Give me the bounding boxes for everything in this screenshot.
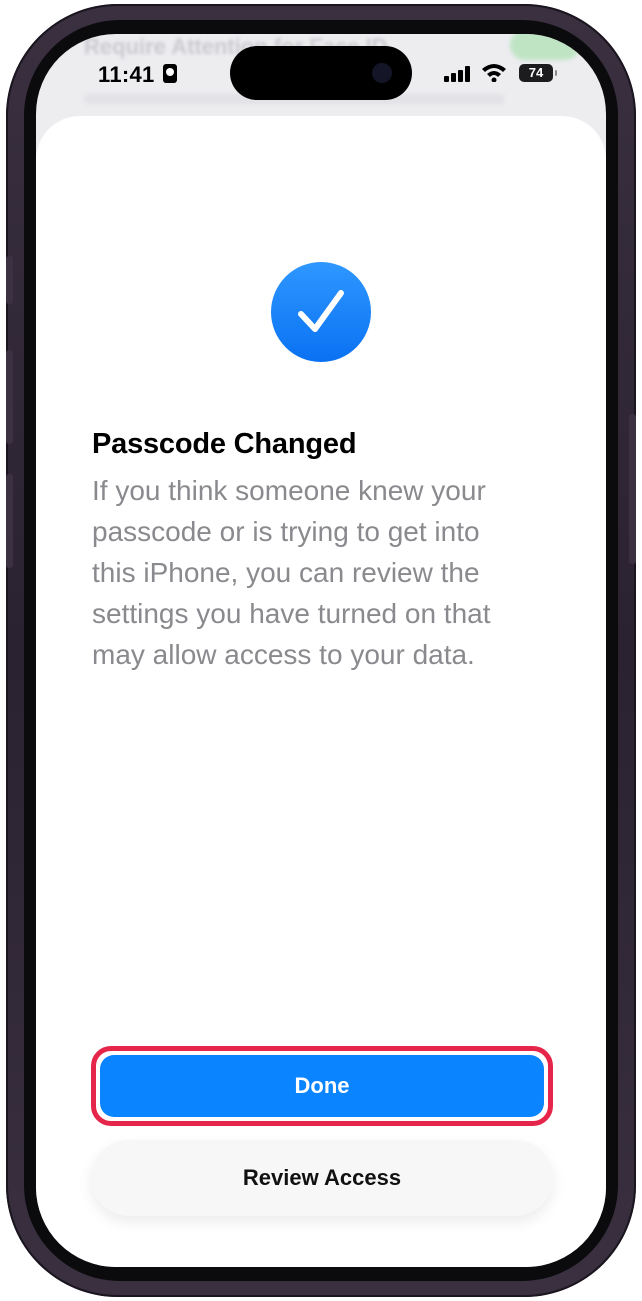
- status-bar: 11:41 74: [36, 34, 606, 114]
- front-camera-icon: [372, 63, 392, 83]
- volume-down-button: [6, 474, 13, 568]
- contact-card-icon: [163, 64, 177, 83]
- status-time: 11:41: [98, 62, 155, 87]
- screen: Require Attention for Face ID 11:41 74 P…: [36, 34, 606, 1267]
- dynamic-island: [230, 46, 412, 100]
- battery-icon: 74: [519, 64, 557, 82]
- sheet-title: Passcode Changed: [92, 428, 357, 460]
- sheet-description: If you think someone knew your passcode …: [92, 475, 491, 670]
- review-access-button[interactable]: Review Access: [91, 1140, 553, 1216]
- side-power-button: [629, 414, 636, 564]
- signal-icon: [444, 66, 472, 82]
- passcode-changed-sheet: Passcode Changed If you think someone kn…: [36, 116, 606, 1267]
- volume-up-button: [6, 350, 13, 444]
- checkmark-circle-icon: [271, 262, 371, 362]
- action-button: [6, 256, 13, 304]
- wifi-icon: [481, 62, 507, 83]
- done-button[interactable]: Done: [100, 1055, 544, 1117]
